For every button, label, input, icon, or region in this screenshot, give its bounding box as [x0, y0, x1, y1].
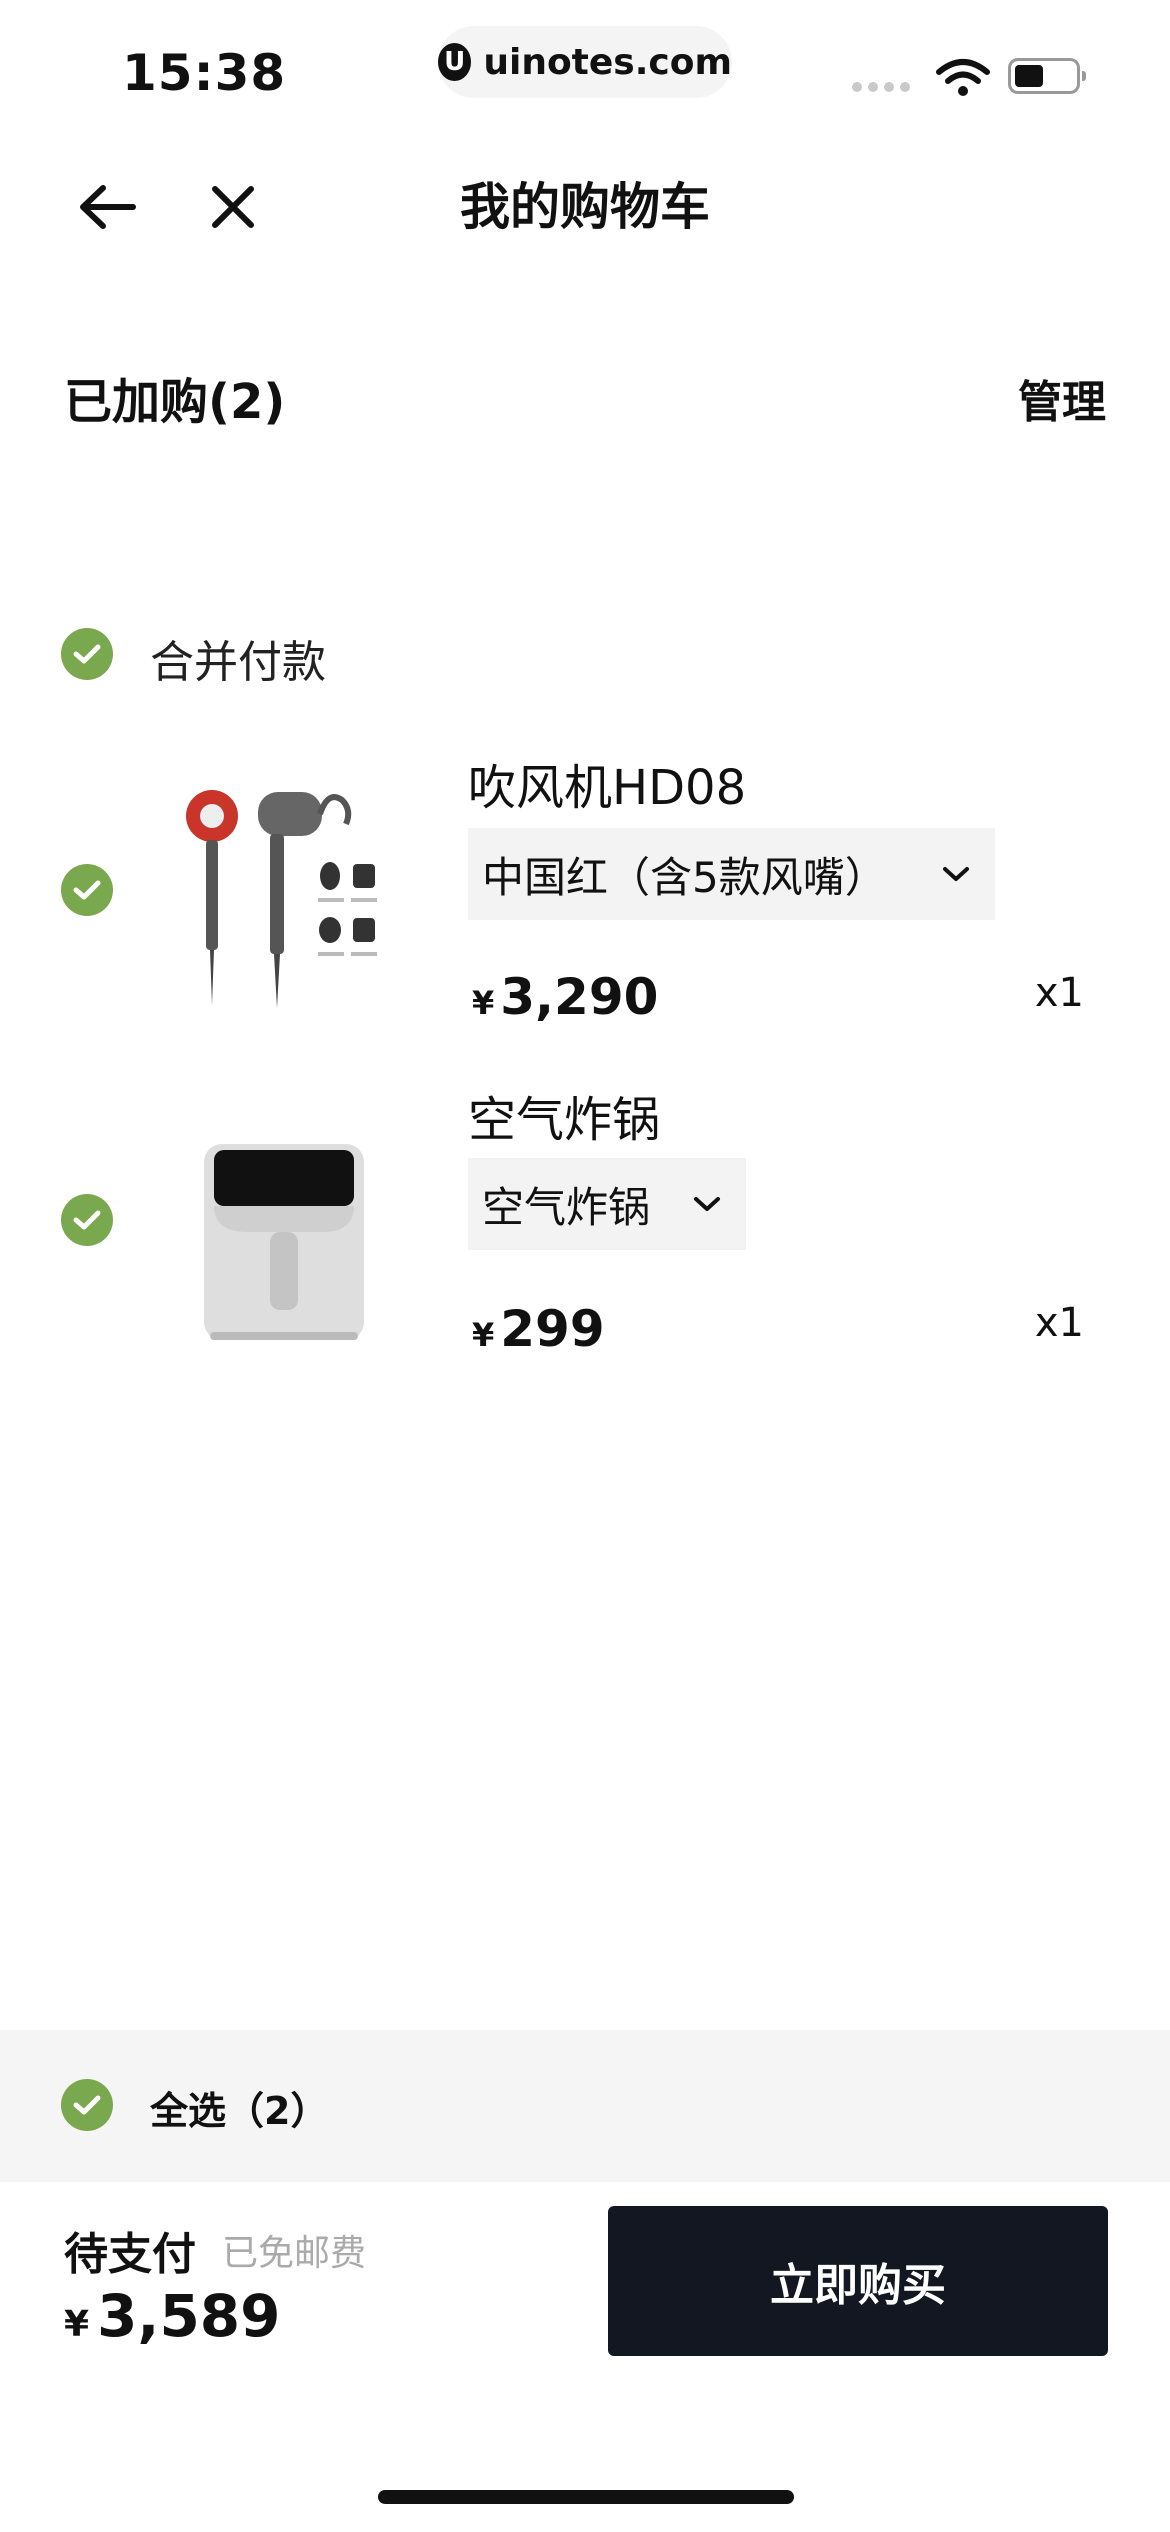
merge-payment-label: 合并付款: [150, 637, 326, 688]
merge-checkbox[interactable]: [61, 628, 113, 680]
variant-select[interactable]: 空气炸锅: [468, 1158, 746, 1250]
air-fryer-image[interactable]: [170, 1120, 400, 1350]
item-quantity: x1: [1034, 1300, 1084, 1346]
pending-payment-label: 待支付: [64, 2229, 196, 2280]
hair-dryer-image[interactable]: [170, 780, 400, 1010]
site-logo-icon: U: [438, 43, 472, 81]
item-price: ¥ 3,290: [472, 968, 658, 1026]
price-value: 3,290: [500, 968, 659, 1026]
total-price: ¥ 3,589: [64, 2282, 281, 2350]
check-icon: [73, 644, 101, 664]
buy-now-button[interactable]: 立即购买: [608, 2206, 1108, 2356]
chevron-down-icon: [943, 867, 969, 881]
status-time: 15:38: [122, 44, 287, 102]
chevron-down-icon: [694, 1197, 720, 1211]
select-all-checkbox[interactable]: [61, 2079, 113, 2131]
battery-icon: [1008, 58, 1086, 94]
variant-value: 中国红（含5款风嘴）: [482, 852, 887, 902]
currency-symbol: ¥: [64, 2304, 90, 2345]
currency-symbol: ¥: [472, 1316, 495, 1354]
manage-button[interactable]: 管理: [1018, 366, 1106, 430]
variant-select[interactable]: 中国红（含5款风嘴）: [468, 828, 995, 920]
url-pill[interactable]: U uinotes.com: [438, 26, 732, 98]
cellular-signal-icon: [852, 82, 910, 92]
added-count: 已加购(2): [64, 374, 286, 430]
check-icon: [73, 880, 101, 900]
item-checkbox[interactable]: [61, 1194, 113, 1246]
check-icon: [73, 1210, 101, 1230]
url-text: uinotes.com: [483, 41, 732, 83]
item-price: ¥ 299: [472, 1300, 605, 1358]
item-name[interactable]: 吹风机HD08: [468, 748, 746, 818]
shipping-note: 已免邮费: [222, 2233, 367, 2274]
total-value: 3,589: [97, 2282, 281, 2350]
item-name[interactable]: 空气炸锅: [468, 1080, 660, 1150]
price-value: 299: [500, 1300, 605, 1358]
select-all-label[interactable]: 全选（2）: [150, 2080, 328, 2135]
home-indicator[interactable]: [378, 2490, 794, 2504]
currency-symbol: ¥: [472, 984, 495, 1022]
page-title: 我的购物车: [460, 178, 710, 236]
item-quantity: x1: [1034, 970, 1084, 1016]
check-icon: [73, 2095, 101, 2115]
wifi-icon: [936, 59, 990, 96]
variant-value: 空气炸锅: [482, 1182, 651, 1232]
item-checkbox[interactable]: [61, 864, 113, 916]
